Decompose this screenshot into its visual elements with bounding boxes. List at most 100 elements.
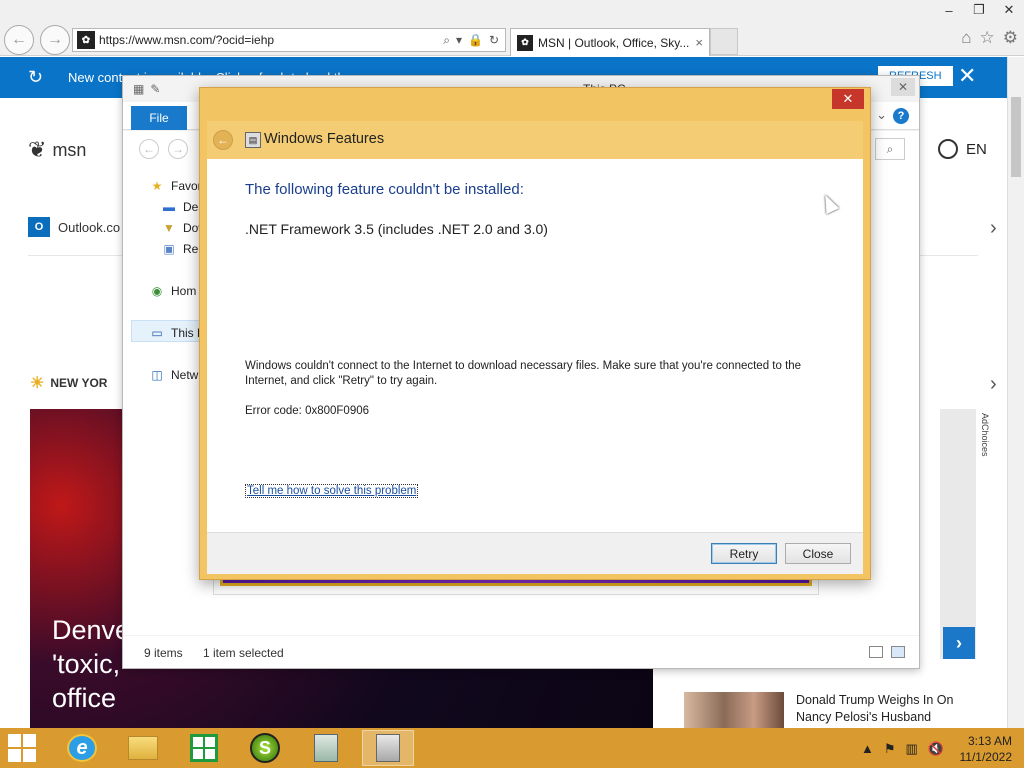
lock-icon[interactable]: 🔒	[468, 33, 483, 48]
network-icon[interactable]: ▥	[906, 741, 918, 757]
dropdown-icon[interactable]: ▾	[456, 33, 462, 48]
carousel-next-button[interactable]: ›	[943, 627, 975, 659]
taskbar-file-explorer[interactable]	[117, 730, 169, 766]
quick-access-toolbar: ▦ ✎	[133, 82, 160, 96]
refresh-icon[interactable]: ↻	[489, 33, 499, 48]
forward-arrow-icon: →	[47, 31, 63, 48]
weather-widget[interactable]: ☀ NEW YOR	[30, 373, 107, 393]
file-tab[interactable]: File	[131, 106, 187, 130]
network-icon: ◫	[151, 368, 163, 382]
globe-icon	[938, 139, 958, 159]
help-icon[interactable]: ?	[893, 108, 909, 124]
dialog-title: Windows Features	[264, 131, 385, 147]
action-center-flag-icon[interactable]: ⚑	[884, 741, 896, 757]
homegroup-icon: ◉	[151, 284, 163, 298]
ribbon-expand-icon[interactable]: ⌄	[876, 107, 887, 123]
settings-gear-icon[interactable]: ⚙	[1003, 28, 1018, 48]
windows-features-dialog: ✕ ← ▤ Windows Features The following fea…	[199, 87, 871, 580]
notification-close-icon[interactable]: ✕	[958, 63, 976, 89]
windows-features-app-icon	[376, 734, 400, 762]
internet-explorer-icon: e	[67, 734, 97, 762]
minimize-button[interactable]: –	[934, 0, 964, 20]
dialog-footer: Retry Close	[207, 532, 863, 574]
desktop-icon: ▬	[163, 200, 175, 214]
partly-sunny-icon: ☀	[30, 375, 45, 392]
clock-time: 3:13 AM	[967, 734, 1012, 748]
outlook-link[interactable]: O Outlook.co	[28, 217, 120, 237]
language-selector[interactable]: EN	[938, 139, 987, 159]
favorites-star-icon[interactable]: ☆	[980, 28, 995, 48]
explorer-close-button[interactable]: ✕	[891, 78, 915, 96]
volume-muted-icon[interactable]: 🔇	[928, 741, 944, 757]
start-button[interactable]	[8, 734, 38, 762]
msn-logo[interactable]: ❦ msn	[28, 137, 86, 163]
computer-icon: ▭	[151, 326, 163, 340]
tab-close-icon[interactable]: ×	[695, 35, 703, 50]
explorer-back-icon[interactable]: ←	[139, 139, 159, 159]
explorer-app-icon: ▦	[133, 82, 145, 96]
help-link[interactable]: Tell me how to solve this problem	[245, 484, 419, 498]
close-window-button[interactable]: ✕	[994, 0, 1024, 20]
star-icon: ★	[151, 179, 163, 193]
msn-favicon-icon: ✿	[77, 31, 95, 49]
show-hidden-icons-icon[interactable]: ▲	[861, 741, 874, 757]
explorer-search-icon[interactable]: ⌕	[875, 138, 905, 160]
windows-features-icon: ▤	[245, 132, 261, 148]
properties-icon[interactable]: ✎	[150, 82, 160, 96]
feature-name: .NET Framework 3.5 (includes .NET 2.0 an…	[245, 221, 548, 237]
restore-button[interactable]: ❐	[964, 0, 994, 20]
forward-button[interactable]: →	[40, 25, 70, 55]
chevron-right-icon[interactable]: ›	[990, 373, 997, 396]
address-bar[interactable]: ✿ https://www.msn.com/?ocid=iehp ⌕ ▾ 🔒 ↻	[72, 28, 506, 52]
news-thumbnail	[684, 692, 784, 728]
downloads-icon: ▼	[163, 221, 175, 235]
error-message: Windows couldn't connect to the Internet…	[245, 360, 802, 387]
outlook-label: Outlook.co	[58, 219, 121, 235]
news-card[interactable]: Donald Trump Weighs In On Nancy Pelosi's…	[670, 684, 977, 728]
taskbar-internet-explorer[interactable]: e	[56, 730, 108, 766]
tab-title: MSN | Outlook, Office, Sky...	[538, 35, 690, 50]
back-arrow-icon[interactable]: ←	[213, 130, 233, 150]
taskbar-store[interactable]	[178, 730, 230, 766]
taskbar-s-app[interactable]: S	[239, 730, 291, 766]
search-icon[interactable]: ⌕	[443, 33, 450, 48]
outlook-icon: O	[28, 217, 50, 237]
clock[interactable]: 3:13 AM 11/1/2022	[960, 733, 1013, 765]
details-view-icon[interactable]	[869, 646, 883, 658]
window-controls: – ❐ ✕	[934, 0, 1024, 20]
back-button[interactable]: ←	[4, 25, 34, 55]
browser-chrome: – ❐ ✕ ← → ✿ https://www.msn.com/?ocid=ie…	[0, 0, 1024, 56]
selection-count: 1 item selected	[203, 646, 284, 660]
browser-tab-msn[interactable]: ✿ MSN | Outlook, Office, Sky... ×	[510, 28, 710, 56]
system-tray: ▲ ⚑ ▥ 🔇	[861, 741, 944, 757]
refresh-icon[interactable]: ↻	[28, 67, 43, 88]
dialog-close-icon[interactable]: ✕	[832, 89, 864, 109]
recent-places-icon: ▣	[163, 242, 175, 256]
scrollbar-thumb[interactable]	[1011, 97, 1021, 177]
large-icons-view-icon[interactable]	[891, 646, 905, 658]
chevron-right-icon[interactable]: ›	[990, 217, 997, 240]
item-count: 9 items	[144, 646, 183, 660]
store-icon	[190, 734, 218, 762]
explorer-status-bar: 9 items 1 item selected	[123, 636, 919, 668]
explorer-forward-icon[interactable]: →	[168, 139, 188, 159]
ad-banner[interactable]	[940, 409, 976, 659]
home-icon[interactable]: ⌂	[961, 28, 971, 48]
news-headline[interactable]: Donald Trump Weighs In On Nancy Pelosi's…	[796, 692, 971, 726]
folder-icon	[128, 736, 158, 760]
msn-butterfly-icon: ❦	[28, 137, 47, 162]
taskbar: e S ▲ ⚑ ▥ 🔇 3:13 AM 11/1/2022	[0, 728, 1024, 768]
address-url[interactable]: https://www.msn.com/?ocid=iehp	[99, 33, 443, 47]
error-code: Error code: 0x800F0906	[245, 405, 370, 417]
taskbar-system-app[interactable]	[362, 730, 414, 766]
nav-label: Netw	[171, 368, 199, 382]
ad-choices-label[interactable]: AdChoices	[980, 413, 990, 457]
taskbar-recycle-app[interactable]	[300, 730, 352, 766]
error-heading: The following feature couldn't be instal…	[245, 181, 524, 198]
clock-date: 11/1/2022	[959, 750, 1013, 764]
page-scrollbar[interactable]	[1007, 57, 1024, 728]
new-tab-button[interactable]	[710, 28, 738, 55]
retry-button[interactable]: Retry	[711, 543, 777, 564]
dialog-body: The following feature couldn't be instal…	[207, 159, 863, 532]
close-button[interactable]: Close	[785, 543, 851, 564]
